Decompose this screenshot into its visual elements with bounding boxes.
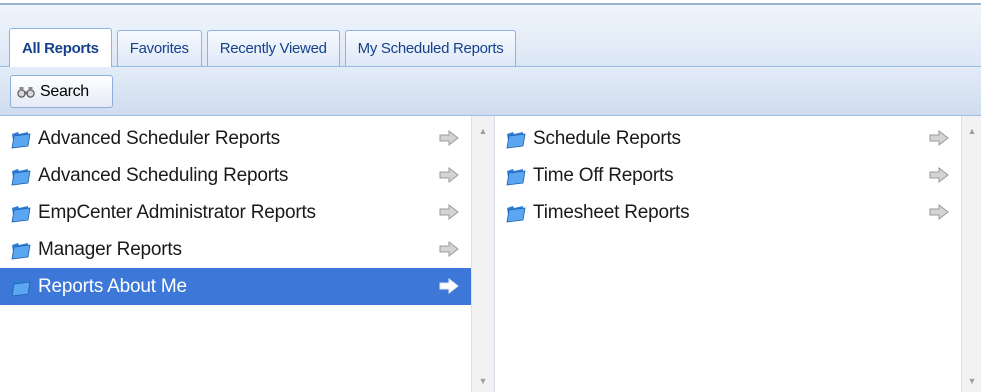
list-item-label: Schedule Reports bbox=[533, 127, 681, 149]
scroll-up-arrow[interactable]: ▲ bbox=[962, 126, 981, 136]
arrow-right-icon[interactable] bbox=[439, 130, 459, 146]
arrow-right-icon[interactable] bbox=[439, 204, 459, 220]
tab-row: All Reports Favorites Recently Viewed My… bbox=[9, 21, 521, 67]
list-item-label: Advanced Scheduler Reports bbox=[38, 127, 280, 149]
arrow-right-icon[interactable] bbox=[929, 167, 949, 183]
list-item-label: Advanced Scheduling Reports bbox=[38, 164, 289, 186]
report-tab-bar: All Reports Favorites Recently Viewed My… bbox=[0, 5, 981, 67]
list-item[interactable]: EmpCenter Administrator Reports bbox=[0, 194, 471, 231]
report-subcategory-list: Schedule Reports Time Off Reports Timesh… bbox=[495, 120, 961, 231]
report-subcategory-pane: Schedule Reports Time Off Reports Timesh… bbox=[495, 116, 961, 392]
list-item-label: EmpCenter Administrator Reports bbox=[38, 201, 316, 223]
toolbar: Search bbox=[0, 67, 981, 116]
arrow-right-icon[interactable] bbox=[929, 204, 949, 220]
list-item-label: Time Off Reports bbox=[533, 164, 674, 186]
arrow-right-icon[interactable] bbox=[929, 130, 949, 146]
arrow-right-icon[interactable] bbox=[439, 167, 459, 183]
folder-icon bbox=[506, 168, 526, 185]
list-item[interactable]: Time Off Reports bbox=[495, 157, 961, 194]
scroll-down-arrow[interactable]: ▼ bbox=[472, 376, 494, 386]
list-item-label: Timesheet Reports bbox=[533, 201, 690, 223]
list-item-label: Reports About Me bbox=[38, 275, 187, 297]
list-item-label: Manager Reports bbox=[38, 238, 182, 260]
left-pane-scrollbar[interactable]: ▲ ▼ bbox=[471, 116, 494, 392]
list-item[interactable]: Advanced Scheduler Reports bbox=[0, 120, 471, 157]
tab-my-scheduled-reports[interactable]: My Scheduled Reports bbox=[344, 30, 517, 66]
list-item[interactable]: Schedule Reports bbox=[495, 120, 961, 157]
folder-icon bbox=[11, 131, 31, 148]
folder-icon bbox=[11, 242, 31, 259]
folder-icon bbox=[11, 205, 31, 222]
search-button-label: Search bbox=[40, 82, 89, 100]
folder-icon bbox=[11, 168, 31, 185]
list-item[interactable]: Timesheet Reports bbox=[495, 194, 961, 231]
list-item[interactable]: Manager Reports bbox=[0, 231, 471, 268]
tab-recently-viewed[interactable]: Recently Viewed bbox=[206, 30, 340, 66]
tab-all-reports[interactable]: All Reports bbox=[9, 28, 112, 67]
list-item-selected[interactable]: Reports About Me bbox=[0, 268, 471, 305]
folder-icon bbox=[506, 205, 526, 222]
report-category-list: Advanced Scheduler Reports Advanced Sche… bbox=[0, 120, 471, 305]
folder-icon bbox=[11, 279, 31, 296]
search-button[interactable]: Search bbox=[10, 75, 113, 108]
right-pane-scrollbar[interactable]: ▲ ▼ bbox=[961, 116, 981, 392]
list-item[interactable]: Advanced Scheduling Reports bbox=[0, 157, 471, 194]
arrow-right-icon[interactable] bbox=[439, 278, 459, 294]
folder-icon bbox=[506, 131, 526, 148]
binoculars-icon bbox=[17, 86, 35, 98]
scroll-down-arrow[interactable]: ▼ bbox=[962, 376, 981, 386]
arrow-right-icon[interactable] bbox=[439, 241, 459, 257]
tab-favorites[interactable]: Favorites bbox=[116, 30, 202, 66]
scroll-up-arrow[interactable]: ▲ bbox=[472, 126, 494, 136]
report-category-pane: Advanced Scheduler Reports Advanced Sche… bbox=[0, 116, 471, 392]
